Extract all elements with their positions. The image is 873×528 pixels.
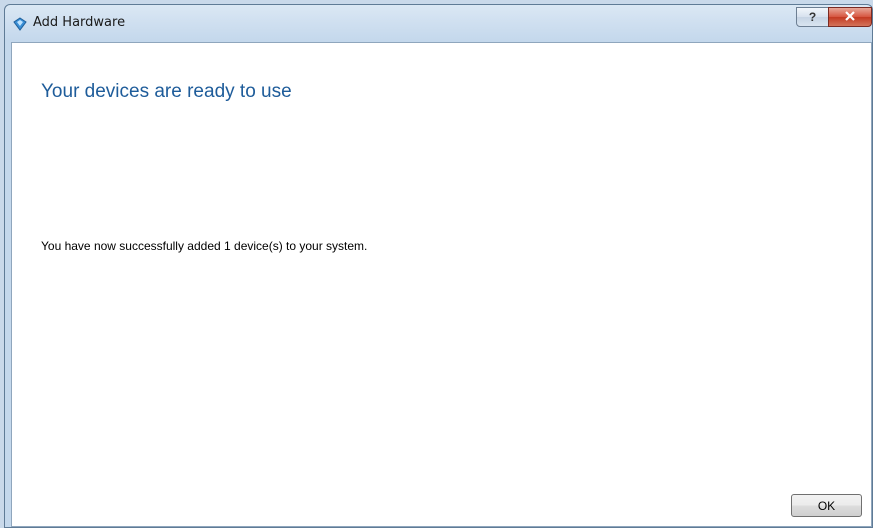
hardware-wizard-icon	[13, 17, 27, 31]
window-title: Add Hardware	[33, 15, 126, 30]
help-button[interactable]: ?	[796, 7, 829, 27]
wizard-content-pane: Your devices are ready to use You have n…	[11, 42, 872, 527]
add-hardware-window: Add Hardware ? Your devices are ready to…	[4, 4, 873, 528]
ok-button[interactable]: OK	[791, 494, 862, 517]
close-icon	[844, 8, 856, 26]
help-icon: ?	[808, 10, 817, 24]
close-button[interactable]	[828, 7, 872, 27]
title-bar[interactable]: Add Hardware ?	[5, 5, 872, 42]
page-heading: Your devices are ready to use	[41, 81, 292, 102]
success-message: You have now successfully added 1 device…	[41, 239, 368, 253]
